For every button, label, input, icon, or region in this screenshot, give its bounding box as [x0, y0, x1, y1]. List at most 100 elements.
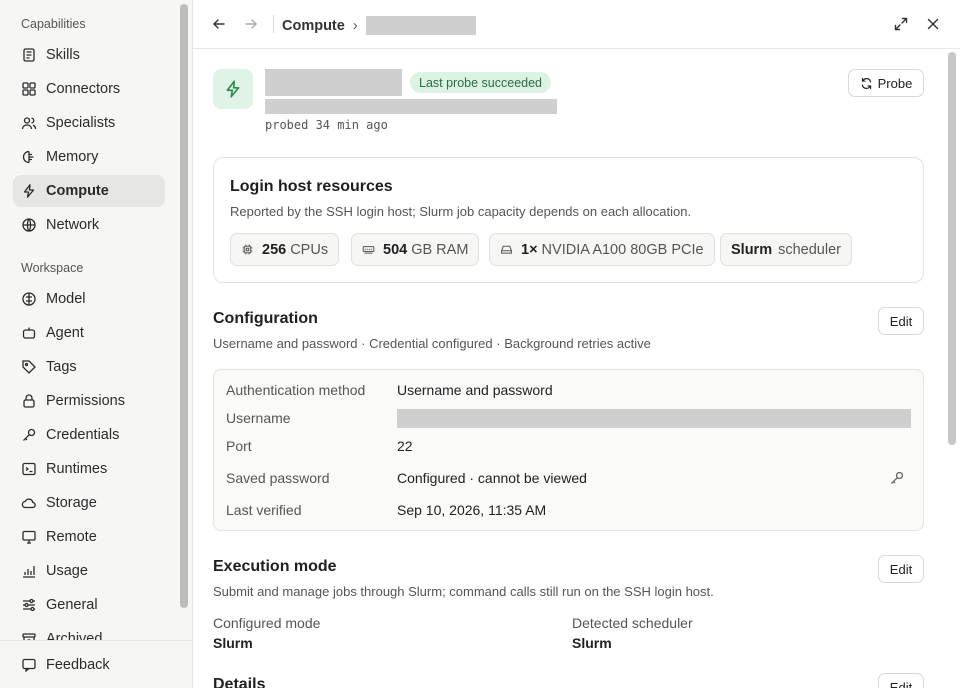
app-window: Capabilities Skills Connectors Specialis… [0, 0, 960, 688]
sidebar-item-credentials[interactable]: Credentials [13, 419, 165, 451]
config-value: Configured · cannot be viewed [397, 470, 587, 486]
host-name-redacted [265, 69, 402, 96]
cpu-icon [242, 244, 253, 255]
probed-time: probed 34 min ago [265, 118, 388, 132]
close-button[interactable] [923, 14, 943, 34]
sidebar-item-label: Network [46, 217, 100, 233]
sidebar-item-label: Tags [46, 359, 77, 375]
back-button[interactable] [209, 14, 229, 34]
sidebar-footer: Feedback [0, 640, 192, 688]
config-row-auth: Authentication method Username and passw… [226, 379, 911, 401]
cloud-icon [21, 498, 36, 509]
feedback-button[interactable]: Feedback [13, 649, 165, 681]
sidebar-scrollbar[interactable] [180, 4, 188, 608]
sidebar-item-memory[interactable]: Memory [13, 141, 165, 173]
config-value: Username and password [397, 382, 553, 398]
gpu-chip: 1× NVIDIA A100 80GB PCIe [489, 233, 715, 266]
expand-icon [894, 17, 908, 31]
configuration-title: Configuration [213, 310, 318, 327]
config-key: Username [226, 410, 291, 426]
key-icon[interactable] [889, 470, 905, 486]
sidebar-item-model[interactable]: Model [13, 283, 165, 315]
sidebar-item-tags[interactable]: Tags [13, 351, 165, 383]
detail-content: Last probe succeeded probed 34 min ago P… [193, 49, 960, 688]
sidebar-item-permissions[interactable]: Permissions [13, 385, 165, 417]
main-panel: Compute › Last probe succeeded probed 34… [193, 0, 960, 688]
memory-chip-icon [362, 246, 375, 254]
compute-avatar [213, 69, 253, 109]
config-key: Port [226, 438, 252, 454]
sidebar-item-archived[interactable]: Archived [13, 623, 165, 640]
topbar: Compute › [193, 0, 960, 49]
specialists-icon [21, 117, 37, 130]
sidebar-item-label: Permissions [46, 393, 125, 409]
config-row-username: Username [226, 407, 911, 429]
configuration-edit-button[interactable]: Edit [878, 307, 924, 335]
config-key: Saved password [226, 470, 330, 486]
execution-edit-button[interactable]: Edit [878, 555, 924, 583]
sidebar-item-label: Runtimes [46, 461, 108, 477]
cpu-count: 256 [262, 241, 287, 258]
sidebar-item-connectors[interactable]: Connectors [13, 73, 165, 105]
scheduler-unit: scheduler [778, 241, 841, 258]
sidebar-item-label: Connectors [46, 81, 121, 97]
breadcrumb-current-redacted [365, 16, 476, 35]
ram-unit: GB RAM [411, 241, 469, 258]
sidebar-item-usage[interactable]: Usage [13, 555, 165, 587]
sidebar-item-specialists[interactable]: Specialists [13, 107, 165, 139]
sidebar-item-storage[interactable]: Storage [13, 487, 165, 519]
breadcrumb-compute[interactable]: Compute [282, 18, 345, 34]
cpu-unit: CPUs [290, 241, 329, 258]
sidebar-item-label: General [46, 597, 98, 613]
monitor-icon [22, 530, 36, 544]
username-redacted [397, 408, 911, 428]
sidebar: Capabilities Skills Connectors Specialis… [0, 0, 193, 688]
probe-button[interactable]: Probe [848, 69, 924, 97]
status-badge: Last probe succeeded [410, 72, 552, 93]
gpu-model: NVIDIA A100 80GB PCIe [541, 241, 704, 258]
configuration-subtitle: Username and password · Credential confi… [213, 336, 651, 351]
sidebar-item-compute[interactable]: Compute [13, 175, 165, 207]
forward-button[interactable] [241, 14, 261, 34]
section-workspace: Workspace [21, 261, 84, 275]
sidebar-item-general[interactable]: General [13, 589, 165, 621]
cpu-chip: 256 CPUs [230, 233, 340, 266]
feedback-label: Feedback [46, 657, 110, 673]
sidebar-item-label: Agent [46, 325, 84, 341]
sidebar-item-label: Compute [46, 183, 109, 199]
feedback-icon [22, 658, 36, 673]
content-scrollbar[interactable] [948, 52, 956, 445]
resources-subtitle: Reported by the SSH login host; Slurm jo… [230, 204, 692, 219]
lightning-icon [226, 80, 240, 98]
config-key: Authentication method [226, 382, 366, 398]
configuration-table: Authentication method Username and passw… [213, 369, 924, 531]
probe-button-label: Probe [877, 75, 913, 91]
arrow-right-icon [245, 19, 257, 29]
tag-icon [22, 360, 36, 374]
sidebar-item-network[interactable]: Network [13, 209, 165, 241]
details-edit-button[interactable]: Edit [878, 673, 924, 688]
close-icon [927, 18, 939, 30]
configured-mode-value: Slurm [213, 635, 253, 651]
config-row-password: Saved password Configured · cannot be vi… [226, 467, 911, 489]
sidebar-item-agent[interactable]: Agent [13, 317, 165, 349]
gpu-count: 1× [521, 241, 538, 258]
sidebar-item-label: Specialists [46, 115, 116, 131]
sidebar-item-remote[interactable]: Remote [13, 521, 165, 553]
scheduler-chip: Slurm scheduler [720, 233, 852, 266]
host-address-redacted [265, 99, 557, 114]
detected-scheduler-label: Detected scheduler [572, 615, 693, 631]
sidebar-item-runtimes[interactable]: Runtimes [13, 453, 165, 485]
sliders-icon [23, 598, 35, 612]
arrow-left-icon [213, 19, 225, 29]
ram-chip: 504 GB RAM [351, 233, 480, 266]
sidebar-item-skills[interactable]: Skills [13, 39, 165, 71]
compute-icon [23, 184, 35, 198]
config-value: Sep 10, 2026, 11:35 AM [397, 502, 547, 518]
config-key: Last verified [226, 502, 302, 518]
breadcrumb: Compute › [282, 16, 476, 35]
key-icon [23, 428, 36, 441]
expand-button[interactable] [891, 14, 911, 34]
details-title: Details [213, 676, 266, 688]
resources-title: Login host resources [230, 178, 393, 195]
